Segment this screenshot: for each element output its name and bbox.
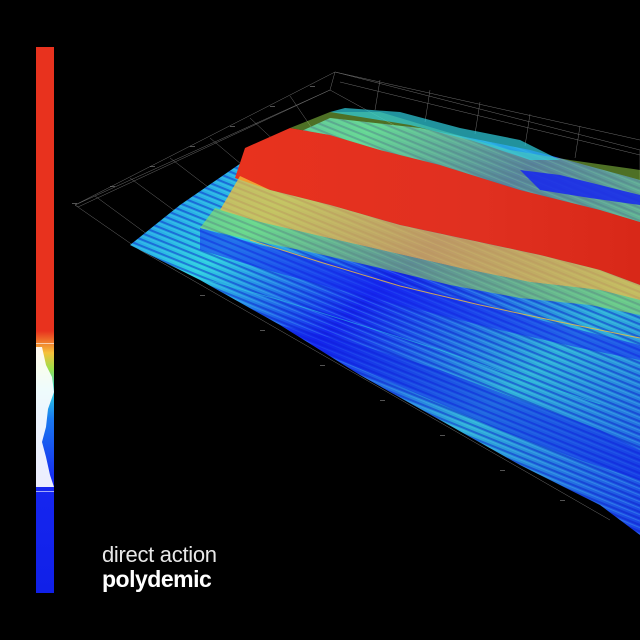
album-title: polydemic [102, 566, 212, 592]
3d-surface-plot [72, 71, 640, 535]
artist-name: direct action [102, 542, 217, 567]
